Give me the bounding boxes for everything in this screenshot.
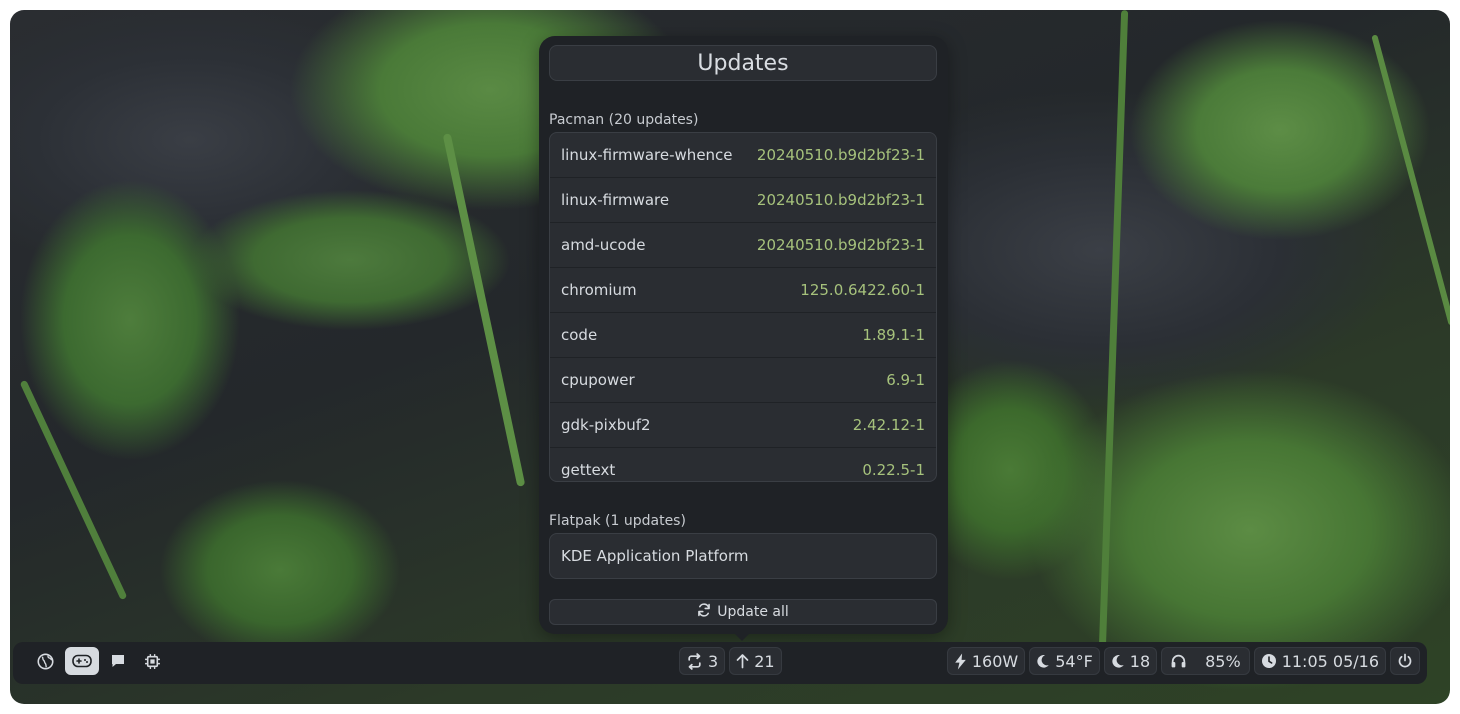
left-widgets xyxy=(30,646,168,680)
refresh-icon xyxy=(697,603,711,621)
popup-arrow xyxy=(733,632,751,641)
headset-widget[interactable]: 85% xyxy=(1161,647,1250,675)
power-widget[interactable]: 160W xyxy=(946,647,1026,675)
cpu-icon[interactable] xyxy=(137,647,168,675)
wallpaper-stem xyxy=(1371,34,1450,326)
headset-battery: 85% xyxy=(1205,651,1241,671)
center-widgets: 3 21 xyxy=(679,646,782,680)
package-name: code xyxy=(561,326,598,344)
list-item: gettext 0.22.5-1 xyxy=(550,448,936,481)
list-item: code 1.89.1-1 xyxy=(550,313,936,358)
sync-icon xyxy=(686,652,703,670)
package-version: 6.9-1 xyxy=(886,371,925,389)
package-version: 2.42.12-1 xyxy=(852,416,925,434)
chat-icon[interactable] xyxy=(103,647,133,675)
popup-title: Updates xyxy=(549,45,937,81)
package-name: amd-ucode xyxy=(561,236,646,254)
package-version: 1.89.1-1 xyxy=(862,326,925,344)
headset-icon xyxy=(1170,653,1187,670)
power-icon xyxy=(1397,653,1413,669)
package-version: 20240510.b9d2bf23-1 xyxy=(756,236,925,254)
flatpak-updates-list: KDE Application Platform xyxy=(549,533,937,579)
pacman-section-label: Pacman (20 updates) xyxy=(549,112,699,128)
updates-widget[interactable]: 21 xyxy=(729,647,782,675)
moon-icon xyxy=(1036,654,1050,669)
package-name: cpupower xyxy=(561,371,635,389)
weather-widget[interactable]: 54°F xyxy=(1029,647,1100,675)
package-name: KDE Application Platform xyxy=(561,547,749,565)
gamepad-icon[interactable] xyxy=(65,647,99,675)
moon-icon xyxy=(1111,654,1125,669)
lightning-icon xyxy=(954,653,967,670)
update-all-label: Update all xyxy=(717,604,789,620)
list-item: linux-firmware 20240510.b9d2bf23-1 xyxy=(550,178,936,223)
wallpaper-stem xyxy=(1098,10,1129,650)
moon-value: 18 xyxy=(1129,651,1151,671)
power-value: 160W xyxy=(971,651,1019,671)
weather-value: 54°F xyxy=(1055,651,1093,671)
globe-icon[interactable] xyxy=(30,647,61,675)
sync-count: 3 xyxy=(708,651,719,671)
taskbar: 3 21 160W 54°F 18 85% 11:05 05/16 xyxy=(13,642,1427,684)
arrow-up-icon xyxy=(736,653,749,669)
right-widgets: 160W 54°F 18 85% 11:05 05/16 xyxy=(946,646,1420,680)
wallpaper-stem xyxy=(442,133,526,487)
list-item: gdk-pixbuf2 2.42.12-1 xyxy=(550,403,936,448)
package-version: 0.22.5-1 xyxy=(862,461,925,479)
package-version: 20240510.b9d2bf23-1 xyxy=(756,146,925,164)
list-item: linux-firmware-whence 20240510.b9d2bf23-… xyxy=(550,133,936,178)
wallpaper-stem xyxy=(19,379,128,601)
package-name: gettext xyxy=(561,461,616,479)
clock-widget[interactable]: 11:05 05/16 xyxy=(1253,647,1386,675)
flatpak-section-label: Flatpak (1 updates) xyxy=(549,513,686,529)
updates-count: 21 xyxy=(754,651,775,671)
clock-value: 11:05 05/16 xyxy=(1281,651,1379,671)
list-item: chromium 125.0.6422.60-1 xyxy=(550,268,936,313)
package-version: 125.0.6422.60-1 xyxy=(800,281,925,299)
list-item: amd-ucode 20240510.b9d2bf23-1 xyxy=(550,223,936,268)
list-item: cpupower 6.9-1 xyxy=(550,358,936,403)
sync-widget[interactable]: 3 xyxy=(679,647,726,675)
package-name: linux-firmware-whence xyxy=(561,146,733,164)
package-version: 20240510.b9d2bf23-1 xyxy=(756,191,925,209)
updates-popup: Updates Pacman (20 updates) linux-firmwa… xyxy=(539,36,948,634)
update-all-button[interactable]: Update all xyxy=(549,599,937,625)
package-name: linux-firmware xyxy=(561,191,670,209)
power-off-button[interactable] xyxy=(1390,647,1420,675)
clock-icon xyxy=(1261,653,1277,669)
moon-widget[interactable]: 18 xyxy=(1103,647,1158,675)
package-name: gdk-pixbuf2 xyxy=(561,416,651,434)
package-name: chromium xyxy=(561,281,637,299)
pacman-updates-list[interactable]: linux-firmware-whence 20240510.b9d2bf23-… xyxy=(549,132,937,482)
